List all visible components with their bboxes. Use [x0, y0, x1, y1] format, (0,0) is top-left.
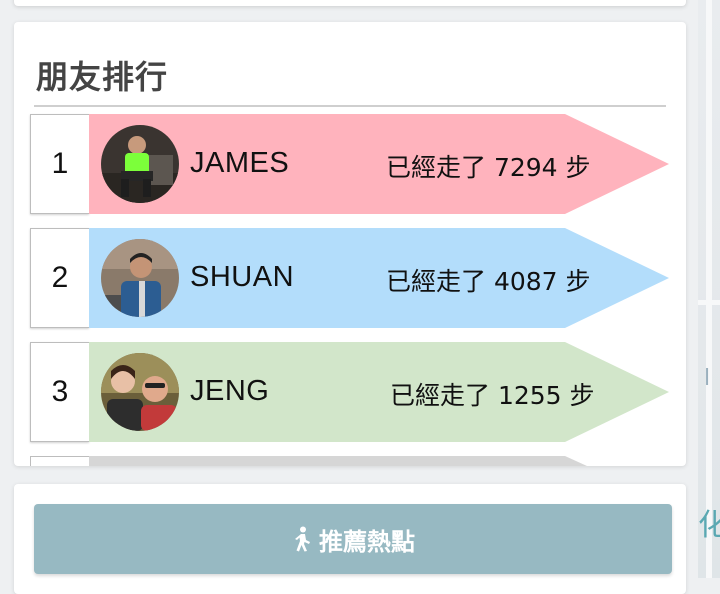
rank-number: 2	[30, 228, 89, 328]
map-road	[706, 0, 712, 578]
ranking-row[interactable]: 2 SHUAN 已經走了 4087 步	[30, 228, 670, 328]
avatar-photo-james	[101, 125, 179, 203]
title-divider	[34, 105, 666, 107]
recommended-hotspots-label: 推薦熱點	[319, 527, 415, 556]
walking-person-icon	[295, 526, 310, 552]
rank-number: 1	[30, 114, 89, 214]
rank-number-partial	[30, 456, 89, 466]
map-label: 化	[698, 508, 720, 543]
ranking-row[interactable]: 1 JAMES 已經走了 7294 步	[30, 114, 670, 214]
step-count: 已經走了 1255 步	[390, 381, 595, 410]
rank-number: 3	[30, 342, 89, 442]
avatar-photo-jeng	[101, 353, 179, 431]
friend-name: JAMES	[190, 147, 290, 179]
rank-banner-partial	[89, 456, 609, 466]
ranking-row-partial	[30, 456, 670, 466]
recommended-hotspots-button[interactable]: 推薦熱點	[34, 504, 672, 574]
ranking-title: 朋友排行	[36, 58, 169, 96]
previous-card	[14, 0, 686, 6]
map-label: l	[704, 366, 711, 391]
avatar[interactable]	[101, 239, 179, 317]
map-background: l 化	[698, 0, 720, 578]
friend-name: SHUAN	[190, 261, 295, 293]
ranking-row[interactable]: 3 JENG 已經走了 1255 步	[30, 342, 670, 442]
step-count: 已經走了 4087 步	[386, 267, 591, 296]
avatar-photo-shuan	[101, 239, 179, 317]
avatar[interactable]	[101, 125, 179, 203]
friend-ranking-card: 朋友排行 1 JAMES 已經走了 7294 步 2 SHUAN 已經走了 40…	[14, 22, 686, 466]
step-count: 已經走了 7294 步	[386, 153, 591, 182]
avatar[interactable]	[101, 353, 179, 431]
friend-name: JENG	[190, 375, 270, 407]
map-road	[698, 300, 720, 305]
